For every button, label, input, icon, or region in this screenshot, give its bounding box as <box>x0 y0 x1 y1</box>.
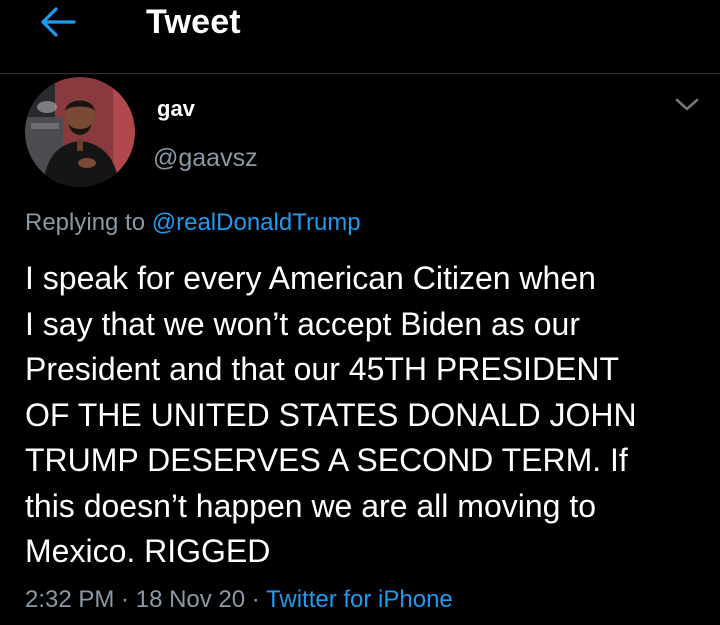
chevron-down-icon <box>675 98 699 111</box>
reply-context: Replying to @realDonaldTrump <box>25 208 361 238</box>
avatar[interactable] <box>25 77 135 187</box>
tweet-source-link[interactable]: Twitter for iPhone <box>266 586 453 613</box>
arrow-left-icon <box>41 7 76 37</box>
page-title: Tweet <box>146 3 241 41</box>
tweet-date[interactable]: 18 Nov 20 <box>136 586 245 613</box>
tweet-menu-button[interactable] <box>670 90 704 120</box>
profile-photo <box>25 77 135 187</box>
author-handle[interactable]: @gaavsz <box>153 143 258 173</box>
tweet-time[interactable]: 2:32 PM <box>25 586 114 613</box>
top-bar: Tweet <box>0 0 720 74</box>
back-button[interactable] <box>36 2 80 42</box>
meta-separator: · <box>114 586 136 613</box>
author-display-name[interactable]: gav <box>157 96 195 122</box>
tweet-text: I speak for every American Citizen when … <box>25 260 637 569</box>
reply-prefix: Replying to <box>25 209 152 236</box>
meta-separator: · <box>245 586 267 613</box>
mention-link[interactable]: @realDonaldTrump <box>152 209 361 236</box>
tweet-meta: 2:32 PM · 18 Nov 20 · Twitter for iPhone <box>25 585 453 615</box>
